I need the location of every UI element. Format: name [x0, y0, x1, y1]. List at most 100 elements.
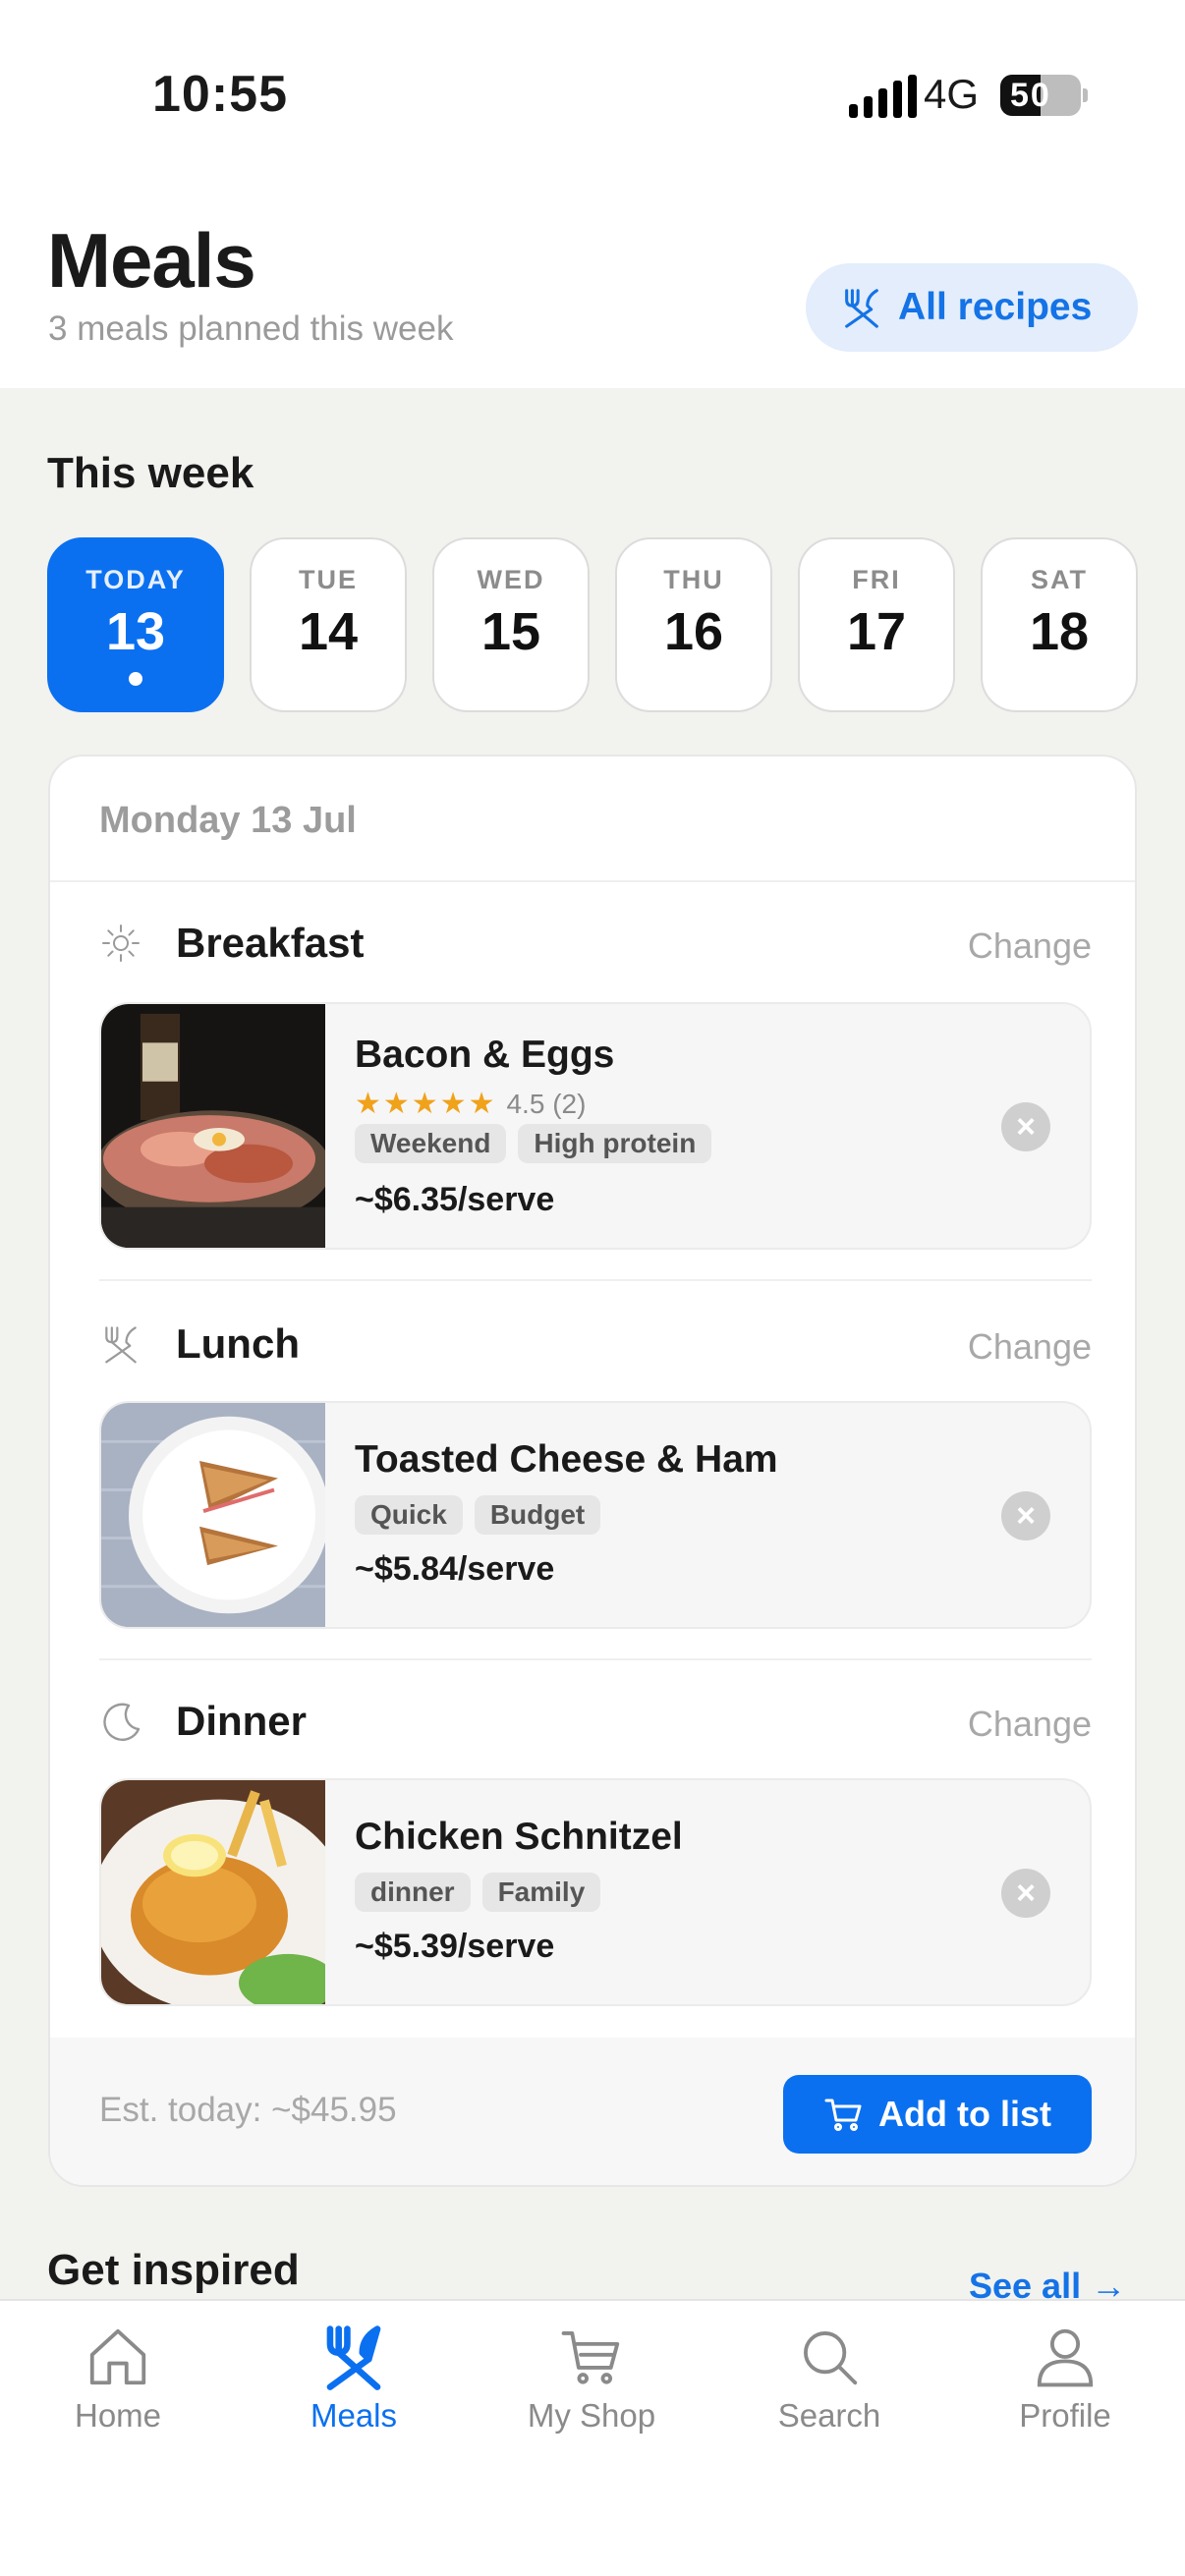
recipe-tag: dinner — [355, 1873, 471, 1912]
divider — [99, 1279, 1092, 1281]
status-time: 10:55 — [152, 66, 288, 123]
status-bar: 10:55 4G 50 — [0, 0, 1185, 187]
recipe-tags: dinner Family — [355, 1873, 601, 1912]
recipe-tags: Weekend High protein — [355, 1124, 712, 1163]
meal-slot-label: Dinner — [176, 1698, 308, 1744]
rating-stars: ★★★★★ — [355, 1088, 497, 1120]
bacon-eggs-photo — [101, 1004, 325, 1248]
tab-label: My Shop — [527, 2397, 656, 2434]
tab-home[interactable]: Home — [20, 2323, 216, 2435]
battery-icon: 50 — [1000, 75, 1081, 116]
change-lunch-link[interactable]: Change — [968, 1326, 1092, 1368]
recipe-tag: High protein — [518, 1124, 712, 1163]
day-number: 15 — [480, 602, 541, 661]
recipe-tag: Quick — [355, 1495, 463, 1535]
day-number: 17 — [846, 602, 907, 661]
chicken-schnitzel-photo — [101, 1780, 325, 2004]
day-number: 16 — [663, 602, 724, 661]
meal-slot-label: Lunch — [176, 1320, 300, 1367]
recipe-name: Toasted Cheese & Ham — [355, 1438, 778, 1481]
plan-footer: Est. today: ~$45.95 Add to list — [50, 2038, 1135, 2185]
divider — [99, 1658, 1092, 1660]
selected-dot — [129, 672, 142, 686]
add-to-list-label: Add to list — [878, 2094, 1051, 2134]
tab-search[interactable]: Search — [731, 2323, 928, 2435]
day-thu[interactable]: THU 16 — [615, 537, 772, 712]
recipe-name: Bacon & Eggs — [355, 1034, 615, 1076]
lunch-header: Lunch Change — [99, 1316, 1092, 1375]
dinner-header: Dinner Change — [99, 1694, 1092, 1753]
all-recipes-label: All recipes — [898, 286, 1093, 328]
cutlery-icon — [845, 289, 878, 328]
all-recipes-button[interactable]: All recipes — [806, 263, 1138, 352]
remove-lunch-button[interactable]: × — [1001, 1491, 1050, 1540]
this-week-heading: This week — [47, 449, 254, 497]
tab-label: Meals — [310, 2397, 398, 2434]
cutlery-icon — [105, 1326, 137, 1364]
day-number: 13 — [105, 602, 166, 661]
day-today[interactable]: TODAY 13 — [47, 537, 224, 712]
day-name: SAT — [1031, 565, 1088, 594]
meal-slot-label: Breakfast — [176, 920, 365, 966]
add-to-list-button[interactable]: Add to list — [783, 2075, 1092, 2154]
signal-icon — [849, 75, 917, 118]
tab-profile[interactable]: Profile — [967, 2323, 1163, 2435]
recipe-price: ~$6.35/serve — [355, 1181, 555, 1218]
network-type: 4G — [924, 71, 980, 117]
tab-label: Home — [74, 2397, 162, 2434]
tab-my-shop[interactable]: My Shop — [493, 2323, 690, 2435]
meals-screen: 10:55 4G 50 Meals 3 meals planned this w… — [0, 0, 1185, 2576]
day-name: TODAY — [85, 565, 186, 594]
home-icon — [89, 2328, 146, 2385]
change-dinner-link[interactable]: Change — [968, 1704, 1092, 1745]
get-inspired-heading: Get inspired — [47, 2246, 300, 2294]
person-icon — [1037, 2328, 1094, 2387]
breakfast-header: Breakfast Change — [99, 916, 1092, 975]
recipe-tag: Budget — [474, 1495, 601, 1535]
day-name: THU — [663, 565, 724, 594]
recipe-tags: Quick Budget — [355, 1495, 601, 1535]
day-name: TUE — [299, 565, 358, 594]
moon-icon — [103, 1703, 141, 1741]
day-name: FRI — [852, 565, 901, 594]
estimated-cost: Est. today: ~$45.95 — [99, 2091, 397, 2129]
sun-icon — [102, 924, 140, 962]
day-sat[interactable]: SAT 18 — [981, 537, 1138, 712]
remove-dinner-button[interactable]: × — [1001, 1869, 1050, 1918]
cart-icon — [561, 2331, 620, 2384]
battery-tip — [1083, 88, 1088, 102]
tab-meals[interactable]: Meals — [255, 2323, 452, 2435]
dinner-recipe-card[interactable]: Chicken Schnitzel dinner Family ~$5.39/s… — [99, 1778, 1092, 2006]
lunch-recipe-card[interactable]: Toasted Cheese & Ham Quick Budget ~$5.84… — [99, 1401, 1092, 1629]
day-plan-card: Monday 13 Jul Breakfast Change Bacon & E… — [48, 755, 1137, 2187]
recipe-tag: Family — [481, 1873, 601, 1912]
tab-label: Search — [777, 2397, 881, 2434]
search-icon — [804, 2331, 858, 2385]
tab-label: Profile — [1019, 2397, 1111, 2434]
recipe-price: ~$5.84/serve — [355, 1550, 555, 1588]
recipe-tag: Weekend — [355, 1124, 507, 1163]
recipe-price: ~$5.39/serve — [355, 1928, 555, 1965]
rating-text: 4.5 (2) — [506, 1088, 587, 1119]
day-tue[interactable]: TUE 14 — [250, 537, 407, 712]
day-fri[interactable]: FRI 17 — [798, 537, 955, 712]
page-header: Meals 3 meals planned this week All reci… — [0, 187, 1185, 388]
recipe-rating: ★★★★★ 4.5 (2) — [355, 1087, 586, 1121]
remove-breakfast-button[interactable]: × — [1001, 1102, 1050, 1151]
day-selector: TODAY 13 TUE 14 WED 15 THU 16 FRI 17 SAT… — [47, 537, 1138, 712]
page-title: Meals — [47, 217, 256, 304]
day-number: 14 — [298, 602, 359, 661]
day-wed[interactable]: WED 15 — [432, 537, 590, 712]
battery-level: 50 — [1010, 77, 1051, 114]
recipe-name: Chicken Schnitzel — [355, 1816, 683, 1858]
divider — [50, 880, 1135, 882]
change-breakfast-link[interactable]: Change — [968, 925, 1092, 967]
cutlery-icon — [326, 2325, 381, 2390]
toasted-cheese-ham-photo — [101, 1403, 325, 1627]
page-subtitle: 3 meals planned this week — [48, 309, 454, 348]
cart-icon — [824, 2099, 862, 2131]
day-name: WED — [477, 565, 545, 594]
bottom-tab-bar: Home Meals My Shop Search Profile — [0, 2299, 1185, 2576]
plan-date: Monday 13 Jul — [99, 800, 357, 841]
breakfast-recipe-card[interactable]: Bacon & Eggs ★★★★★ 4.5 (2) Weekend High … — [99, 1002, 1092, 1250]
